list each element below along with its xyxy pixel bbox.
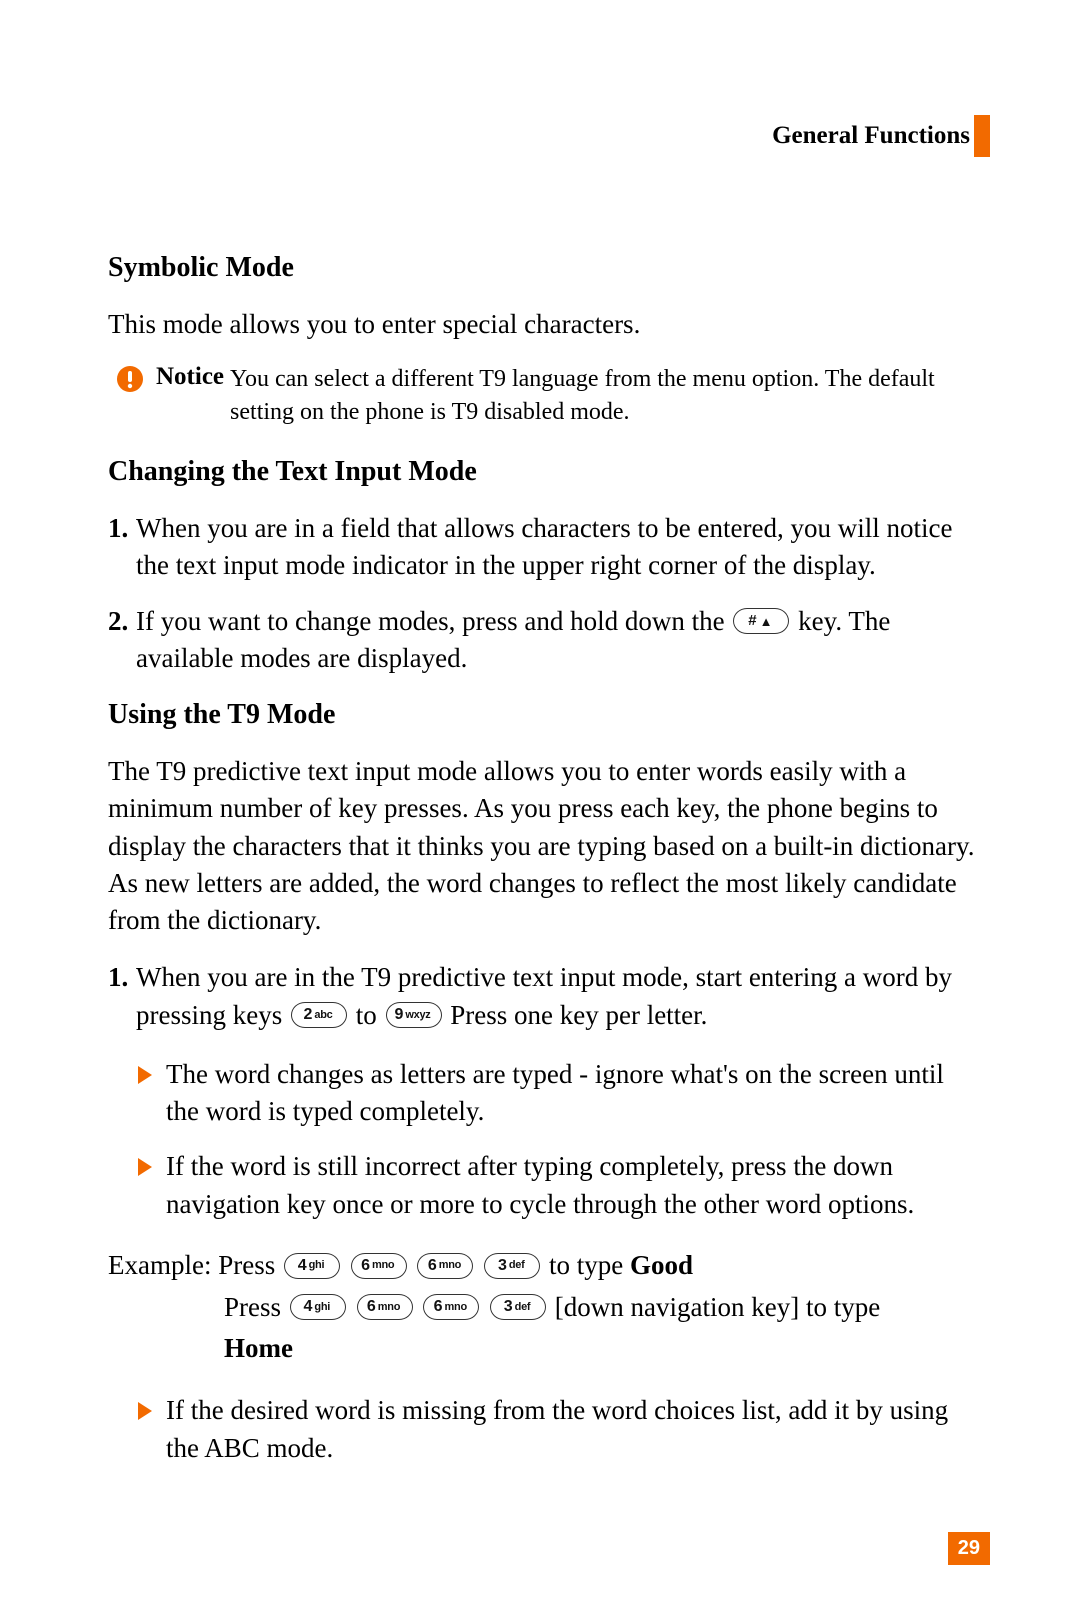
changing-item-1: 1. When you are in a field that allows c… xyxy=(108,510,976,585)
page-number: 29 xyxy=(948,1532,990,1565)
header-accent-mark xyxy=(974,115,990,157)
example-word-home: Home xyxy=(224,1333,293,1363)
example-line1-mid: to type xyxy=(542,1250,630,1280)
t9-sublist: The word changes as letters are typed - … xyxy=(136,1056,976,1223)
example-block: Example: Press 4ghi 6mno 6mno 3def to ty… xyxy=(108,1245,976,1371)
example-label: Example: xyxy=(108,1250,211,1280)
triangle-bullet-icon xyxy=(138,1066,152,1084)
notice-icon xyxy=(116,365,144,398)
example-line2-pre: Press xyxy=(224,1292,288,1322)
changing-item-1-text: When you are in a field that allows char… xyxy=(136,513,952,580)
t9-list: 1. When you are in the T9 predictive tex… xyxy=(108,959,976,1223)
notice-label: Notice xyxy=(156,363,224,391)
t9-item-1: 1. When you are in the T9 predictive tex… xyxy=(108,959,976,1223)
t9-item-1-post: Press one key per letter. xyxy=(444,1000,708,1030)
symbolic-mode-heading: Symbolic Mode xyxy=(108,252,976,284)
t9-bullet-3: If the desired word is missing from the … xyxy=(136,1392,976,1467)
notice-block: Notice You can select a different T9 lan… xyxy=(116,363,976,428)
page-content: Symbolic Mode This mode allows you to en… xyxy=(108,252,976,1485)
key-4ghi-icon: 4ghi xyxy=(290,1294,346,1320)
key-6mno-icon: 6mno xyxy=(423,1294,479,1320)
changing-item-2: 2. If you want to change modes, press an… xyxy=(108,603,976,678)
page-header: General Functions xyxy=(772,115,990,157)
t9-intro: The T9 predictive text input mode allows… xyxy=(108,753,976,939)
key-3def-icon: 3def xyxy=(490,1294,546,1320)
key-6mno-icon: 6mno xyxy=(351,1253,407,1279)
hash-key-icon: #▲ xyxy=(733,608,789,634)
t9-bullet-2: If the word is still incorrect after typ… xyxy=(136,1148,976,1223)
key-6mno-icon: 6mno xyxy=(417,1253,473,1279)
symbolic-mode-body: This mode allows you to enter special ch… xyxy=(108,306,976,343)
key-2abc-icon: 2abc xyxy=(291,1002,347,1028)
triangle-bullet-icon xyxy=(138,1158,152,1176)
t9-final-bullet-list: If the desired word is missing from the … xyxy=(136,1392,976,1467)
example-word-good: Good xyxy=(630,1250,693,1280)
changing-item-2-pre: If you want to change modes, press and h… xyxy=(136,606,731,636)
t9-mode-heading: Using the T9 Mode xyxy=(108,699,976,731)
notice-text: You can select a different T9 language f… xyxy=(230,363,976,428)
t9-item-1-mid: to xyxy=(349,1000,384,1030)
changing-mode-list: 1. When you are in a field that allows c… xyxy=(108,510,976,677)
triangle-bullet-icon xyxy=(138,1402,152,1420)
key-6mno-icon: 6mno xyxy=(357,1294,413,1320)
changing-mode-heading: Changing the Text Input Mode xyxy=(108,456,976,488)
header-title: General Functions xyxy=(772,122,970,150)
example-line2-post: [down navigation key] to type xyxy=(548,1292,880,1322)
key-9wxyz-icon: 9wxyz xyxy=(386,1002,442,1028)
t9-bullet-1: The word changes as letters are typed - … xyxy=(136,1056,976,1131)
key-3def-icon: 3def xyxy=(484,1253,540,1279)
example-line1-pre: Press xyxy=(211,1250,282,1280)
key-4ghi-icon: 4ghi xyxy=(284,1253,340,1279)
